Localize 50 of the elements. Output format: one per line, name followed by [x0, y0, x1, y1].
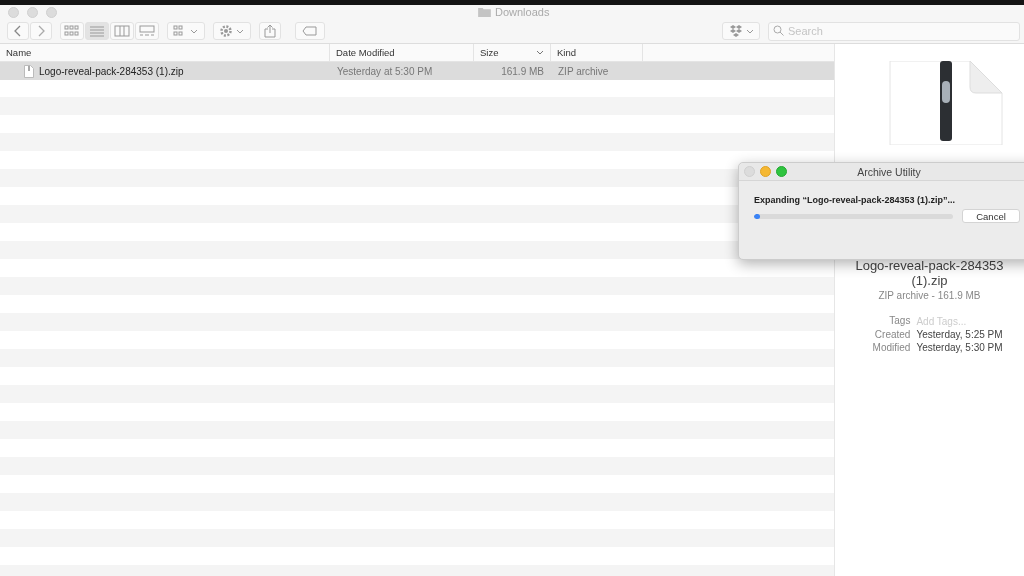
file-name: Logo-reveal-pack-284353 (1).zip	[39, 65, 184, 77]
gear-icon	[219, 23, 245, 38]
info-value: Yesterday, 5:30 PM	[916, 342, 1004, 353]
info-label: Modified	[872, 342, 911, 353]
close-button[interactable]	[744, 166, 755, 177]
column-header[interactable]: Kind	[551, 44, 643, 61]
tag-button[interactable]	[295, 21, 325, 40]
column-view-button[interactable]	[110, 21, 134, 40]
zoom-button[interactable]	[776, 166, 787, 177]
gallery-view-button[interactable]	[135, 21, 159, 40]
column-header[interactable]: Name	[0, 44, 330, 61]
columns-icon	[114, 24, 130, 37]
document-icon	[24, 64, 34, 78]
grid-icon	[64, 24, 80, 37]
file-name: Logo-reveal-pack-284353 (1).zip	[854, 258, 1005, 288]
list-view-button[interactable]	[85, 21, 109, 40]
share-icon	[264, 23, 276, 38]
minimize-button[interactable]	[27, 7, 38, 18]
progress-message: Expanding “Logo-reveal-pack-284353 (1).zip”...	[754, 195, 957, 205]
column-header[interactable]: Size	[474, 44, 551, 61]
forward-button[interactable]	[30, 21, 52, 40]
chevron-left-icon	[14, 24, 22, 37]
window-title: Downloads	[495, 5, 550, 18]
back-button[interactable]	[7, 21, 29, 40]
grid-icon	[173, 24, 199, 37]
file-summary: ZIP archive - 161.9 MB	[878, 290, 981, 301]
column-header[interactable]: Date Modified	[330, 44, 474, 61]
close-button[interactable]	[8, 7, 19, 18]
minimize-button[interactable]	[760, 166, 771, 177]
zoom-button[interactable]	[46, 7, 57, 18]
dialog-title: Archive Utility	[857, 165, 921, 178]
action-button[interactable]	[213, 21, 251, 40]
dropbox-button[interactable]	[722, 21, 760, 40]
icon-view-button[interactable]	[60, 21, 84, 40]
gallery-icon	[139, 24, 155, 37]
info-label: Created	[873, 329, 911, 340]
list-icon	[89, 24, 105, 37]
chevron-right-icon	[37, 24, 45, 37]
info-value: Yesterday, 5:25 PM	[916, 329, 1004, 340]
search-icon	[773, 25, 784, 36]
cancel-button[interactable]: Cancel	[962, 209, 1020, 223]
info-label: Tags	[888, 315, 911, 327]
size-cell-text: 161.9 MB	[500, 65, 545, 77]
kind-cell-text: ZIP archive	[557, 65, 610, 77]
file-row[interactable]: Logo-reveal-pack-284353 (1).zip Yesterday at 5:30 PM 161.9 MB ZIP archive	[0, 62, 834, 80]
arrange-button[interactable]	[167, 21, 205, 40]
share-button[interactable]	[259, 21, 281, 40]
zip-file-icon	[887, 61, 1004, 145]
tag-icon	[302, 25, 318, 36]
date-cell-text: Yesterday at 5:30 PM	[336, 65, 434, 77]
